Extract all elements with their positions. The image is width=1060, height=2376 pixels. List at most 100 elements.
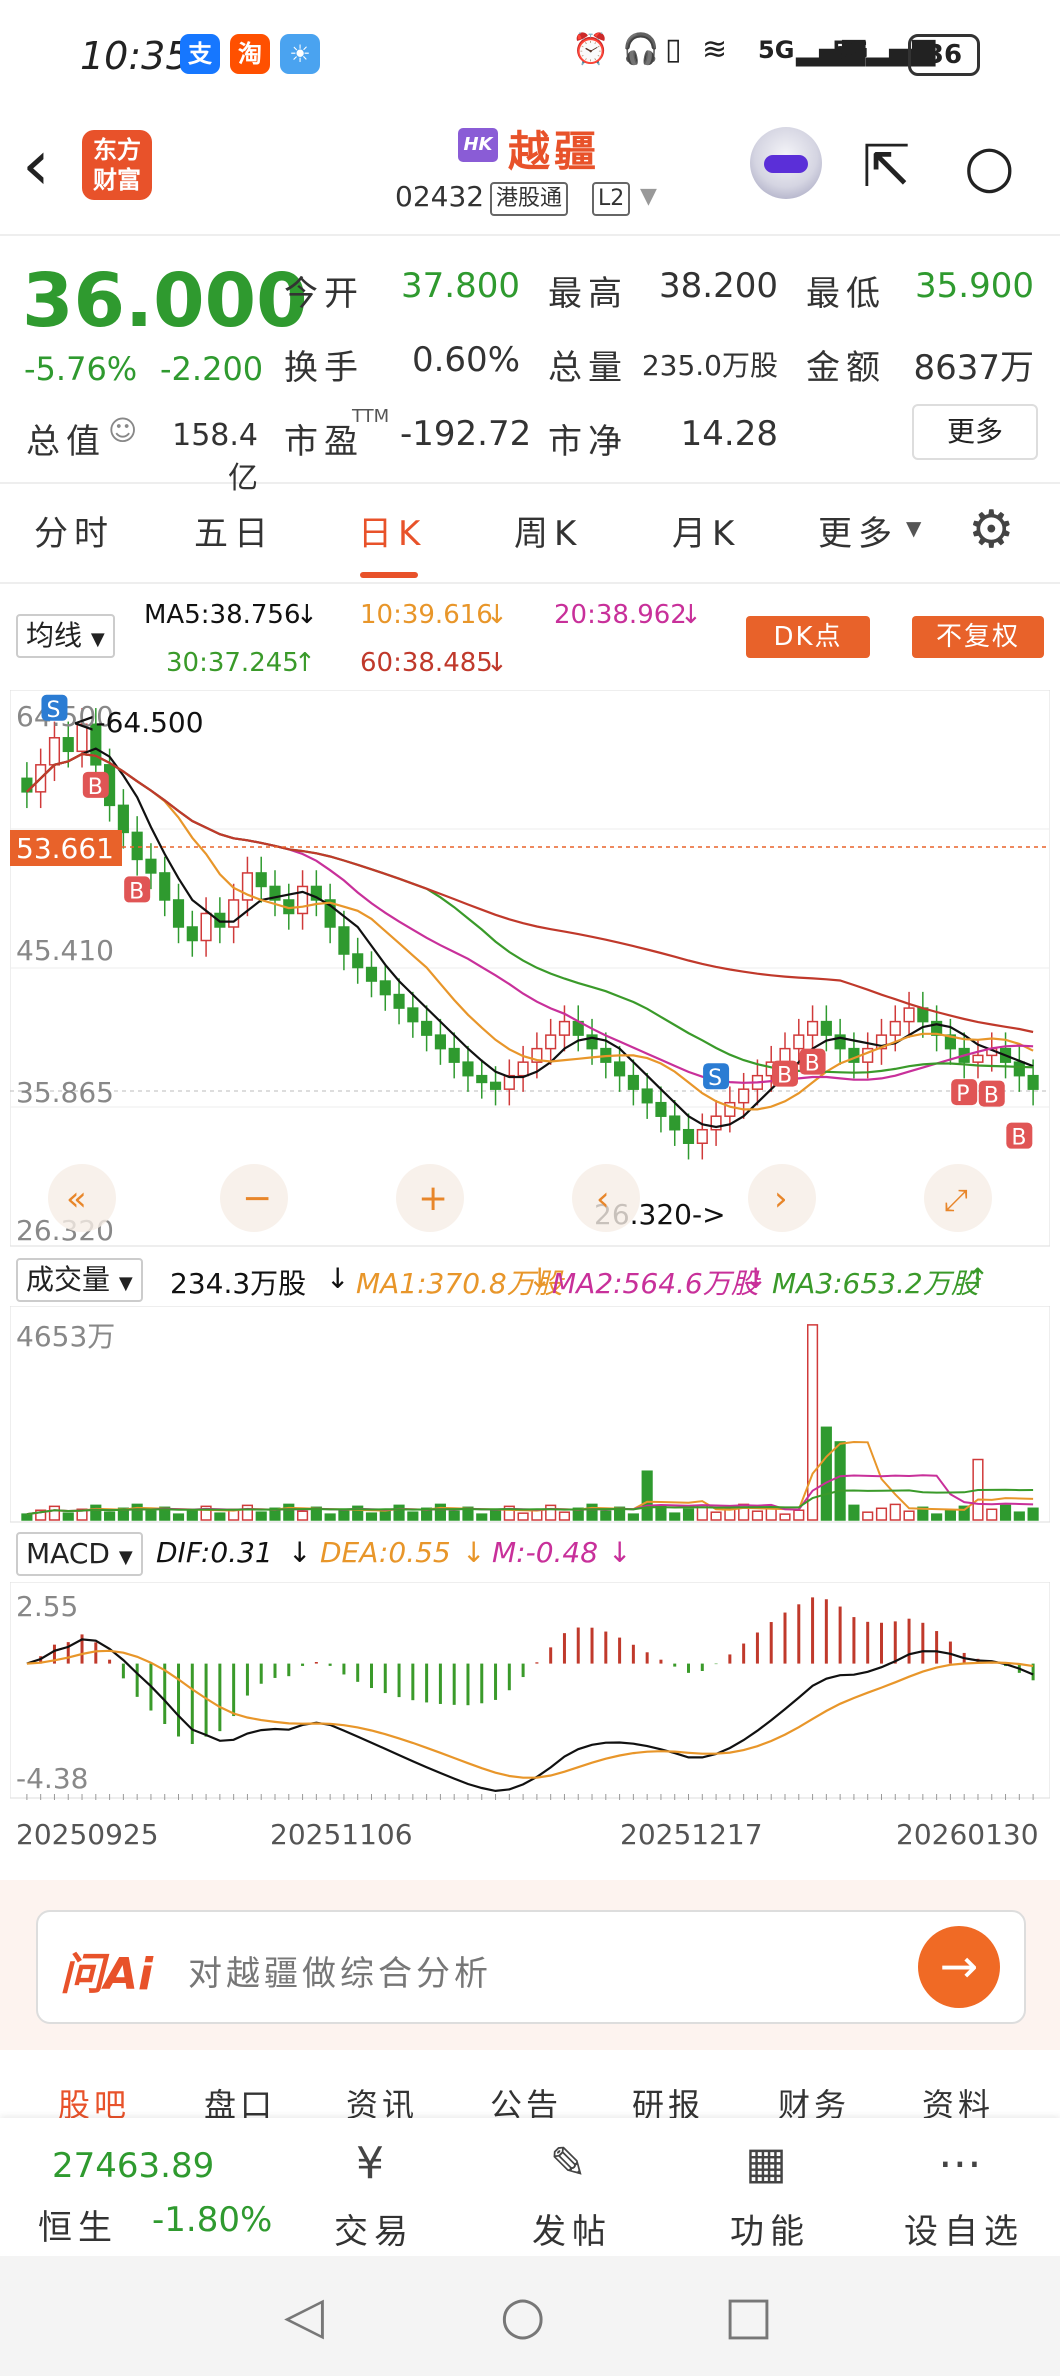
settings-gear-icon[interactable]: ⚙	[968, 500, 1015, 560]
volume-bar	[393, 1504, 405, 1521]
double-chevron-left-icon[interactable]: «	[66, 1179, 87, 1219]
candle-body	[186, 926, 198, 942]
candle-body	[255, 872, 267, 888]
alarm-icon: ⏰	[572, 32, 610, 67]
hsi-value[interactable]: 27463.89	[52, 2146, 214, 2186]
volume-bar	[889, 1503, 901, 1521]
candle-body	[200, 912, 212, 942]
zoom-in-icon[interactable]: +	[418, 1178, 448, 1219]
volume-bar	[476, 1513, 488, 1521]
volume-bar	[627, 1513, 639, 1521]
date-label-2: 20251217	[620, 1818, 763, 1851]
volume-select[interactable]: 成交量 ▼	[16, 1258, 143, 1302]
volume-bar	[131, 1503, 143, 1521]
select-caret-icon: ▼	[90, 629, 105, 650]
caret-down-icon: ▼	[906, 516, 922, 540]
volume-bar	[793, 1509, 805, 1521]
volume-bar	[586, 1503, 598, 1521]
tab-five-day[interactable]: 五日	[194, 506, 274, 555]
nav-home-icon[interactable]: ○	[500, 2286, 545, 2346]
chevron-down-icon[interactable]: ▼	[640, 184, 657, 209]
tab-intraday[interactable]: 分时	[34, 506, 114, 555]
candle-body	[779, 1047, 791, 1063]
candle-body	[48, 737, 61, 766]
volume-bar	[558, 1511, 571, 1521]
watchlist-label[interactable]: 设自选	[904, 2204, 1024, 2253]
stock-name[interactable]: 越疆	[508, 118, 600, 179]
hsi-change[interactable]: -1.80%	[152, 2200, 272, 2240]
volume-bar	[517, 1512, 529, 1521]
indicator-select[interactable]: 均线 ▼	[16, 614, 115, 658]
current-price: 36.000	[22, 258, 308, 344]
candle-body	[517, 1061, 529, 1077]
post-label[interactable]: 发帖	[532, 2204, 612, 2253]
info-smile-icon[interactable]: ☺	[108, 414, 137, 447]
trade-yen-icon[interactable]: ¥	[340, 2138, 400, 2198]
ma20-down-arrow: ↓	[680, 600, 702, 630]
chevron-left-icon[interactable]: ‹	[596, 1179, 610, 1219]
ai-robot-avatar[interactable]	[750, 127, 822, 199]
app-logo[interactable]: 东方 财富	[82, 130, 152, 200]
volume-bar	[600, 1510, 612, 1521]
tab-weekly-k[interactable]: 周K	[514, 506, 582, 555]
hsi-name[interactable]: 恒生	[38, 2200, 118, 2249]
back-icon[interactable]: ‹	[22, 130, 50, 200]
tab-monthly-k[interactable]: 月K	[672, 506, 740, 555]
macd-bars	[39, 1597, 1035, 1744]
ma5-down-arrow: ↓	[296, 600, 318, 630]
dk-point-button[interactable]: DK点	[746, 616, 870, 658]
watchlist-more-icon[interactable]: ⋯	[930, 2138, 990, 2198]
macd-select[interactable]: MACD ▼	[16, 1532, 143, 1576]
post-edit-icon[interactable]: ✎	[538, 2138, 598, 2198]
expand-icon[interactable]: ⤢	[944, 1183, 968, 1218]
tab-more[interactable]: 更多	[818, 506, 898, 555]
zoom-out-icon[interactable]: −	[242, 1178, 272, 1219]
vol-ma2: MA2:564.6万股	[552, 1267, 759, 1300]
chevron-right-icon[interactable]: ›	[774, 1179, 788, 1219]
candle-body	[407, 1007, 419, 1023]
nav-back-icon[interactable]: ◁	[284, 2286, 324, 2346]
macd-dif-arrow: ↓	[288, 1536, 312, 1569]
high-label: 最高	[548, 274, 628, 314]
ma5-label: MA5:38.756	[144, 600, 301, 630]
ai-query-box[interactable]: 问Ai 对越疆做综合分析 →	[36, 1910, 1026, 2024]
adjust-button[interactable]: 不复权	[912, 616, 1044, 658]
arrow-right-icon[interactable]: →	[918, 1926, 1000, 2008]
candle-body	[62, 737, 74, 753]
macd-chart[interactable]: 2.55 -4.38	[10, 1582, 1050, 1800]
period-tabs: 分时 五日 日K 周K 月K 更多 ▼ ⚙	[0, 486, 1060, 584]
volume-bar	[296, 1510, 309, 1521]
functions-grid-icon[interactable]: ▦	[736, 2138, 796, 2198]
pb-label: 市净	[548, 422, 628, 462]
volume-bar	[999, 1504, 1012, 1521]
logo-line-1: 东方	[93, 136, 141, 164]
pe-ttm-sup: TTM	[352, 406, 390, 427]
volume-chart[interactable]: 4653万	[10, 1306, 1050, 1524]
macd-m-arrow: ↓	[608, 1536, 632, 1569]
functions-label[interactable]: 功能	[730, 2204, 810, 2253]
trade-marker-text: B	[805, 1052, 820, 1077]
ma10-label: 10:39.616	[360, 600, 493, 630]
tab-daily-k[interactable]: 日K	[358, 506, 426, 555]
more-button[interactable]: 更多	[912, 404, 1038, 460]
ai-placeholder: 对越疆做综合分析	[188, 1954, 492, 1994]
volume-bar	[820, 1426, 832, 1521]
trade-label[interactable]: 交易	[334, 2204, 414, 2253]
volume-bar	[682, 1508, 695, 1521]
trade-markers: SBBS B BP BB	[41, 694, 1033, 1151]
share-icon[interactable]: ⇱	[862, 132, 911, 200]
candle-body	[145, 858, 157, 874]
nav-recents-icon[interactable]: □	[724, 2286, 773, 2346]
candle-body	[296, 885, 309, 915]
kline-chart[interactable]: 53.661 64.500 45.410 35.865 26.320 <-64.…	[10, 690, 1050, 1250]
signal-5g-icon: 5G	[758, 36, 795, 64]
trade-marker-text: B	[88, 775, 103, 800]
candle-body	[365, 966, 378, 982]
y-label-2: 45.410	[16, 934, 114, 967]
candle-body	[352, 953, 364, 969]
candle-body	[903, 1007, 915, 1023]
kline-candles	[21, 708, 1039, 1160]
date-label-0: 20250925	[16, 1818, 159, 1851]
candle-body	[421, 1020, 433, 1036]
search-icon[interactable]: ○	[964, 132, 1015, 200]
